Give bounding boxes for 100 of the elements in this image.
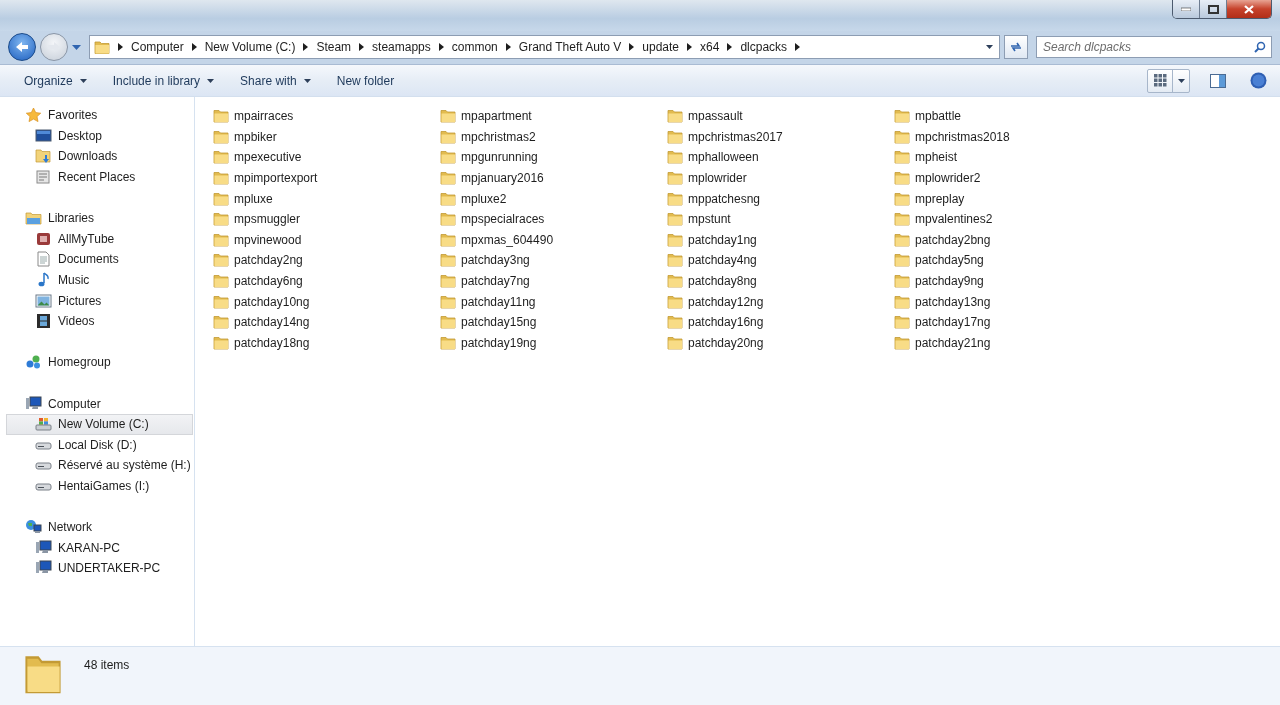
- folder-item[interactable]: patchday3ng: [440, 250, 667, 271]
- folder-item[interactable]: patchday2ng: [213, 250, 440, 271]
- address-bar[interactable]: Computer New Volume (C:) Steam steamapps common Grand Theft Auto V update x64 dlcpacks: [89, 35, 1000, 59]
- chevron-icon[interactable]: [303, 43, 309, 51]
- sidebar-item[interactable]: Local Disk (D:): [6, 434, 193, 456]
- folder-item[interactable]: mpluxe2: [440, 188, 667, 209]
- folder-item[interactable]: mppatchesng: [667, 188, 894, 209]
- folder-item[interactable]: patchday4ng: [667, 250, 894, 271]
- toolbar-button[interactable]: Share with: [230, 69, 321, 92]
- folder-item[interactable]: mpjanuary2016: [440, 167, 667, 189]
- chevron-icon[interactable]: [727, 43, 733, 51]
- sidebar-item[interactable]: Documents: [6, 249, 193, 270]
- sidebar-header[interactable]: Network: [6, 516, 193, 538]
- sidebar-header[interactable]: Homegroup: [6, 352, 193, 373]
- chevron-icon[interactable]: [359, 43, 365, 51]
- folder-item[interactable]: patchday9ng: [894, 270, 1121, 292]
- chevron-icon[interactable]: [505, 43, 511, 51]
- breadcrumb[interactable]: update: [642, 40, 679, 54]
- folder-item[interactable]: patchday19ng: [440, 332, 667, 354]
- folder-item[interactable]: mpluxe: [213, 188, 440, 209]
- folder-item[interactable]: mpgunrunning: [440, 147, 667, 168]
- folder-item[interactable]: mpchristmas2017: [667, 126, 894, 148]
- sidebar-header[interactable]: Computer: [6, 393, 193, 414]
- sidebar-header[interactable]: Libraries: [6, 207, 193, 229]
- folder-item[interactable]: patchday21ng: [894, 332, 1121, 354]
- folder-item[interactable]: mpvalentines2: [894, 208, 1121, 230]
- folder-item[interactable]: patchday5ng: [894, 250, 1121, 271]
- chevron-icon[interactable]: [687, 43, 692, 51]
- folder-item[interactable]: patchday17ng: [894, 311, 1121, 333]
- folder-item[interactable]: mpchristmas2018: [894, 126, 1121, 148]
- sidebar-item[interactable]: Recent Places: [6, 166, 193, 188]
- refresh-button[interactable]: [1004, 35, 1028, 59]
- search-field[interactable]: Search dlcpacks: [1036, 36, 1272, 58]
- folder-item[interactable]: patchday11ng: [440, 291, 667, 312]
- breadcrumb[interactable]: Computer: [131, 40, 184, 54]
- folder-item[interactable]: mpapartment: [440, 106, 667, 127]
- folder-item[interactable]: patchday20ng: [667, 332, 894, 354]
- chevron-icon[interactable]: [795, 43, 801, 51]
- sidebar-header[interactable]: Favorites: [6, 105, 193, 126]
- sidebar-item[interactable]: Videos: [6, 310, 193, 332]
- folder-item[interactable]: patchday2bng: [894, 229, 1121, 251]
- folder-item[interactable]: mpreplay: [894, 188, 1121, 209]
- folder-item[interactable]: patchday6ng: [213, 270, 440, 292]
- back-button[interactable]: [8, 33, 36, 61]
- close-button[interactable]: [1227, 0, 1271, 18]
- chevron-icon[interactable]: [629, 43, 635, 51]
- toolbar-button[interactable]: Include in library: [102, 69, 225, 92]
- chevron-icon[interactable]: [118, 43, 123, 51]
- breadcrumb[interactable]: Steam: [316, 40, 352, 54]
- breadcrumb[interactable]: steamapps: [372, 40, 431, 54]
- sidebar-item[interactable]: Music: [6, 269, 193, 291]
- folder-item[interactable]: mplowrider2: [894, 167, 1121, 189]
- folder-item[interactable]: mpspecialraces: [440, 208, 667, 230]
- breadcrumb[interactable]: x64: [700, 40, 720, 54]
- folder-item[interactable]: patchday1ng: [667, 229, 894, 251]
- folder-item[interactable]: patchday15ng: [440, 311, 667, 333]
- breadcrumb[interactable]: dlcpacks: [740, 40, 788, 54]
- toolbar-button[interactable]: Organize: [14, 69, 97, 92]
- folder-item[interactable]: mplowrider: [667, 167, 894, 189]
- folder-item[interactable]: patchday16ng: [667, 311, 894, 333]
- folder-item[interactable]: mpheist: [894, 147, 1121, 168]
- folder-item[interactable]: mpsmuggler: [213, 208, 440, 230]
- folder-item[interactable]: patchday13ng: [894, 291, 1121, 312]
- sidebar-item[interactable]: KARAN-PC: [6, 537, 193, 559]
- chevron-icon[interactable]: [438, 43, 444, 51]
- minimize-button[interactable]: [1173, 0, 1200, 18]
- sidebar-item[interactable]: Pictures: [6, 290, 193, 311]
- folder-item[interactable]: mpairraces: [213, 106, 440, 127]
- folder-item[interactable]: mpbiker: [213, 126, 440, 148]
- folder-item[interactable]: patchday12ng: [667, 291, 894, 312]
- folder-item[interactable]: patchday10ng: [213, 291, 440, 312]
- sidebar-item[interactable]: AllMyTube: [6, 228, 193, 250]
- folder-item[interactable]: mpimportexport: [213, 167, 440, 189]
- breadcrumb[interactable]: New Volume (C:): [204, 40, 296, 54]
- folder-item[interactable]: patchday14ng: [213, 311, 440, 333]
- folder-item[interactable]: mpvinewood: [213, 229, 440, 251]
- folder-icon: [94, 39, 110, 55]
- breadcrumb[interactable]: common: [451, 40, 498, 54]
- folder-item[interactable]: patchday7ng: [440, 270, 667, 292]
- folder-item[interactable]: mpassault: [667, 106, 894, 127]
- folder-item[interactable]: mpxmas_604490: [440, 229, 667, 251]
- sidebar-item[interactable]: Desktop: [6, 125, 193, 147]
- sidebar-item[interactable]: Downloads: [6, 146, 193, 167]
- toolbar-button[interactable]: New folder: [326, 69, 405, 92]
- folder-item[interactable]: mpexecutive: [213, 147, 440, 168]
- maximize-button[interactable]: [1200, 0, 1227, 18]
- folder-item[interactable]: mpchristmas2: [440, 126, 667, 148]
- folder-item[interactable]: mphalloween: [667, 147, 894, 168]
- folder-item[interactable]: mpbattle: [894, 106, 1121, 127]
- breadcrumb[interactable]: Grand Theft Auto V: [518, 40, 622, 54]
- chevron-icon[interactable]: [191, 43, 197, 51]
- sidebar-item[interactable]: UNDERTAKER-PC: [6, 558, 193, 579]
- sidebar-item[interactable]: HentaiGames (I:): [6, 475, 193, 497]
- folder-item[interactable]: patchday8ng: [667, 270, 894, 292]
- folder-item[interactable]: mpstunt: [667, 208, 894, 230]
- history-caret-icon[interactable]: [72, 44, 81, 50]
- folder-icon: [894, 294, 910, 309]
- sidebar-item[interactable]: Réservé au système (H:): [6, 455, 193, 476]
- sidebar-item[interactable]: New Volume (C:): [6, 413, 193, 435]
- folder-item[interactable]: patchday18ng: [213, 332, 440, 354]
